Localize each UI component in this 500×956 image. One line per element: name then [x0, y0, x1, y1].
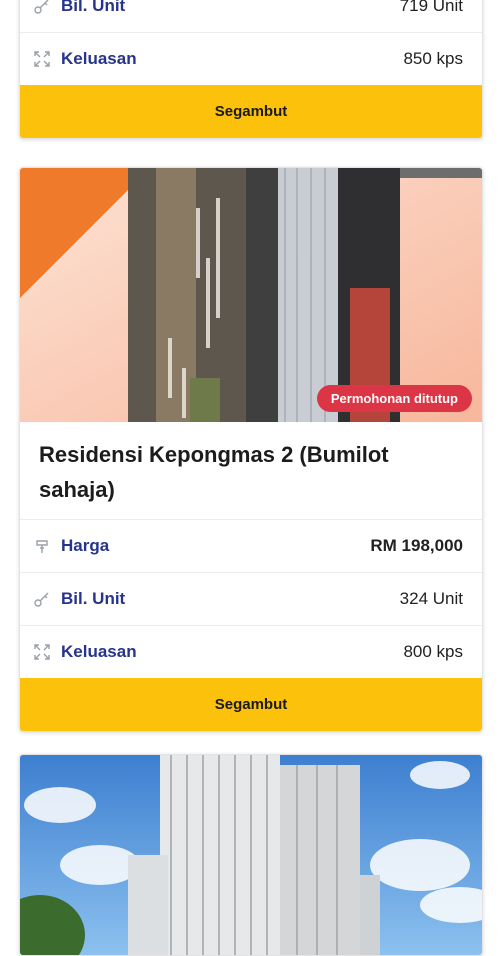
price-row: Harga RM 198,000 [20, 519, 482, 572]
units-value: 719 Unit [399, 0, 463, 15]
property-card-1: Bil. Unit 719 Unit Keluasan 850 kps Sega… [19, 0, 483, 139]
area-label: Keluasan [61, 49, 137, 68]
area-value: 850 kps [403, 49, 463, 68]
building-illustration [20, 755, 482, 955]
property-image[interactable] [20, 755, 482, 955]
price-tag-icon [33, 537, 51, 555]
property-card-3 [19, 754, 483, 956]
units-label: Bil. Unit [61, 0, 126, 15]
key-icon [33, 590, 51, 608]
area-row: Keluasan 850 kps [20, 32, 482, 85]
location-button[interactable]: Segambut [20, 678, 482, 731]
price-label: Harga [61, 536, 110, 555]
units-value: 324 Unit [399, 589, 463, 608]
key-icon [33, 0, 51, 15]
status-badge: Permohonan ditutup [316, 385, 472, 412]
expand-icon [33, 643, 51, 661]
price-value: RM 198,000 [370, 536, 463, 555]
property-title[interactable]: Residensi Kepongmas 2 (Bumilot sahaja) [20, 422, 482, 519]
units-row: Bil. Unit 719 Unit [20, 0, 482, 32]
location-button[interactable]: Segambut [20, 85, 482, 138]
property-image[interactable]: Permohonan ditutup [20, 168, 482, 422]
units-label: Bil. Unit [61, 589, 126, 608]
area-label: Keluasan [61, 642, 137, 661]
property-card-2: Permohonan ditutup Residensi Kepongmas 2… [19, 167, 483, 732]
expand-icon [33, 50, 51, 68]
units-row: Bil. Unit 324 Unit [20, 572, 482, 625]
area-row: Keluasan 800 kps [20, 625, 482, 678]
area-value: 800 kps [403, 642, 463, 661]
building-illustration [20, 168, 482, 422]
